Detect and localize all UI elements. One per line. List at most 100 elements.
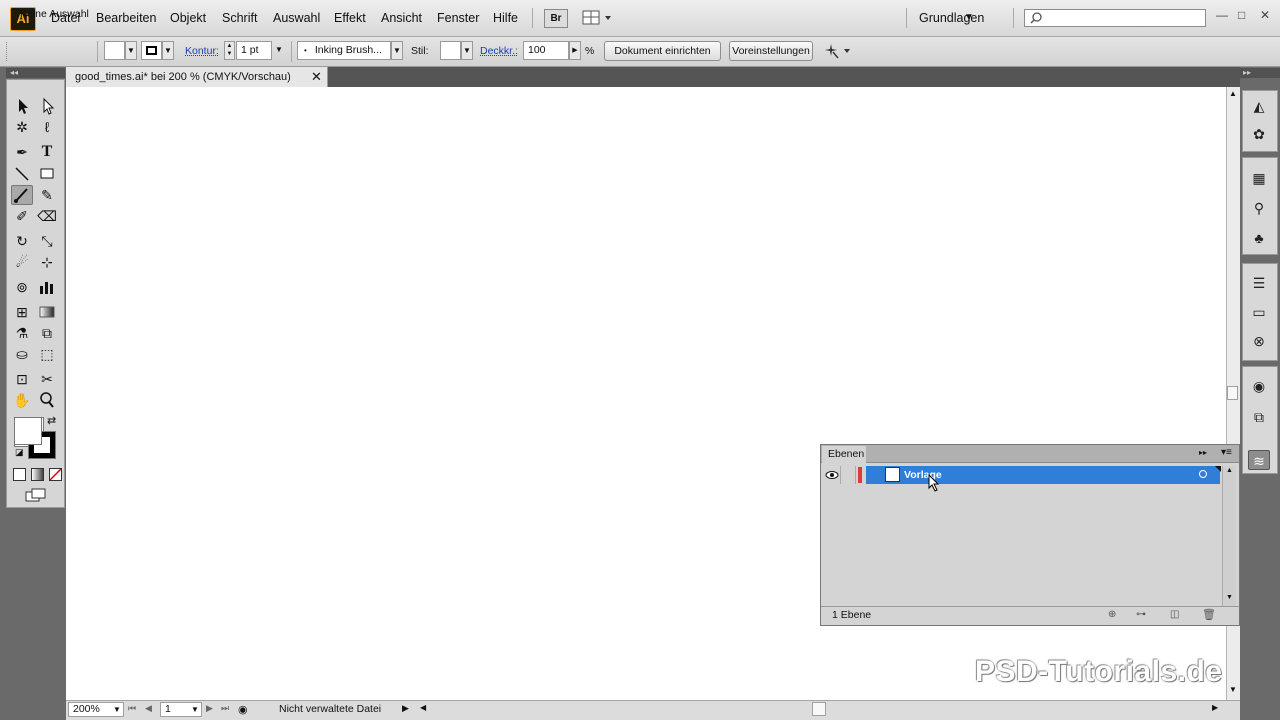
- style-dropdown[interactable]: ▼: [461, 41, 473, 60]
- gradient-panel-icon[interactable]: ▭: [1248, 302, 1270, 322]
- version-cue-icon[interactable]: ◉: [238, 703, 248, 716]
- tools-collapse-icon[interactable]: ◂◂: [6, 68, 65, 78]
- swap-colors-icon[interactable]: ⇄: [47, 414, 56, 427]
- workspace-chevron-down-icon[interactable]: ▼: [964, 12, 974, 23]
- first-artboard-icon[interactable]: ⏮: [128, 703, 136, 714]
- color-mode-icon[interactable]: [13, 468, 26, 481]
- close-window-icon[interactable]: ✕: [1260, 8, 1270, 22]
- menu-fenster[interactable]: Fenster: [437, 11, 479, 25]
- stroke-label[interactable]: Kontur:: [185, 45, 219, 57]
- target-icon[interactable]: [1199, 470, 1207, 478]
- previous-artboard-icon[interactable]: ◀: [145, 703, 152, 714]
- brushes-icon[interactable]: ⚲: [1248, 198, 1270, 218]
- stroke-weight-input[interactable]: 1 pt: [236, 41, 272, 60]
- transparency-icon[interactable]: ⊗: [1248, 331, 1270, 351]
- pen-tool-icon[interactable]: ✒: [11, 142, 33, 162]
- color-guide-icon[interactable]: ◭: [1248, 96, 1270, 116]
- lasso-tool-icon[interactable]: ℓ: [36, 117, 58, 137]
- hand-tool-icon[interactable]: ✋: [11, 390, 33, 410]
- zoom-tool-icon[interactable]: [36, 390, 58, 410]
- paintbrush-tool-icon[interactable]: [11, 185, 33, 205]
- layers-scroll-up-icon[interactable]: ▲: [1226, 467, 1233, 474]
- color-palette-icon[interactable]: ✿: [1248, 124, 1270, 144]
- document-tab[interactable]: good_times.ai* bei 200 % (CMYK/Vorschau)…: [66, 67, 328, 87]
- column-graph-tool-icon[interactable]: [36, 277, 58, 297]
- eye-icon[interactable]: [825, 470, 839, 480]
- stroke-weight-chevron-icon[interactable]: ▼: [272, 41, 286, 60]
- blob-brush-tool-icon[interactable]: ✐: [11, 206, 33, 226]
- preferences-button[interactable]: Voreinstellungen: [729, 41, 813, 61]
- layers-tab[interactable]: Ebenen: [822, 446, 866, 463]
- rectangle-tool-icon[interactable]: [36, 164, 58, 184]
- line-tool-icon[interactable]: [11, 164, 33, 184]
- vertical-scroll-thumb[interactable]: [1227, 386, 1238, 400]
- dock-expand-icon[interactable]: ▸▸: [1240, 68, 1280, 78]
- status-menu-arrow-icon[interactable]: ▶: [402, 703, 409, 714]
- live-paint-bucket-tool-icon[interactable]: ⛀: [11, 344, 33, 364]
- layers-panel-icon[interactable]: ≋: [1248, 450, 1270, 470]
- opacity-arrow-icon[interactable]: ▶: [569, 41, 581, 60]
- swatches-icon[interactable]: ▦: [1248, 168, 1270, 188]
- menu-auswahl[interactable]: Auswahl: [273, 11, 320, 25]
- new-layer-icon[interactable]: ◫: [1170, 609, 1179, 620]
- pencil-tool-icon[interactable]: ✎: [36, 185, 58, 205]
- stroke-panel-icon[interactable]: ☰: [1248, 273, 1270, 293]
- symbol-sprayer-tool-icon[interactable]: ⊚: [11, 277, 33, 297]
- new-sublayer-icon[interactable]: ⊶: [1136, 609, 1146, 620]
- opacity-input[interactable]: 100: [523, 41, 569, 60]
- bridge-button[interactable]: Br: [544, 9, 568, 28]
- fill-dropdown[interactable]: ▼: [125, 41, 137, 60]
- gradient-mode-icon[interactable]: [31, 468, 44, 481]
- warp-tool-icon[interactable]: ☄: [11, 252, 33, 272]
- arrange-documents-button[interactable]: [582, 9, 612, 26]
- mesh-tool-icon[interactable]: ⊞: [11, 302, 33, 322]
- scroll-up-icon[interactable]: ▲: [1229, 89, 1237, 98]
- magic-wand-tool-icon[interactable]: ✲: [11, 117, 33, 137]
- close-tab-icon[interactable]: ✕: [311, 69, 322, 85]
- layers-scrollbar[interactable]: ▲ ▼: [1222, 466, 1236, 606]
- fill-color-front[interactable]: [14, 417, 42, 445]
- graphic-styles-icon[interactable]: ⧉: [1248, 407, 1270, 427]
- delete-layer-icon[interactable]: 🗑: [1202, 608, 1216, 621]
- menu-bearbeiten[interactable]: Bearbeiten: [96, 11, 156, 25]
- artboard-tool-icon[interactable]: ⊡: [11, 369, 33, 389]
- symbols-icon[interactable]: ♣: [1248, 228, 1270, 248]
- rotate-tool-icon[interactable]: ↻: [11, 231, 33, 251]
- brush-dropdown[interactable]: ▼: [391, 41, 403, 60]
- menu-effekt[interactable]: Effekt: [334, 11, 366, 25]
- help-search-input[interactable]: [1024, 9, 1206, 27]
- live-paint-selection-tool-icon[interactable]: ⬚: [36, 344, 58, 364]
- eraser-tool-icon[interactable]: ⌫: [36, 206, 58, 226]
- blend-tool-icon[interactable]: ⧉: [36, 323, 58, 343]
- brush-definition[interactable]: • Inking Brush...: [297, 41, 391, 60]
- document-setup-button[interactable]: Dokument einrichten: [604, 41, 721, 61]
- eyedropper-tool-icon[interactable]: ⚗: [11, 323, 33, 343]
- selection-tool-icon[interactable]: [11, 96, 33, 116]
- gradient-tool-icon[interactable]: [36, 302, 58, 322]
- style-swatch[interactable]: [440, 41, 461, 60]
- free-transform-tool-icon[interactable]: ⊹: [36, 252, 58, 272]
- next-artboard-icon[interactable]: ▶: [206, 703, 213, 714]
- appearance-icon[interactable]: ◉: [1248, 376, 1270, 396]
- default-colors-icon[interactable]: ◪: [15, 447, 24, 458]
- scroll-down-icon[interactable]: ▼: [1229, 685, 1237, 694]
- direct-selection-tool-icon[interactable]: [36, 96, 58, 116]
- opacity-label[interactable]: Deckkr.:: [480, 45, 518, 57]
- none-mode-icon[interactable]: [49, 468, 62, 481]
- menu-ansicht[interactable]: Ansicht: [381, 11, 422, 25]
- align-options-button[interactable]: [822, 41, 852, 61]
- fill-swatch[interactable]: [104, 41, 125, 60]
- scroll-right-icon[interactable]: ▶: [1212, 703, 1218, 712]
- menu-hilfe[interactable]: Hilfe: [493, 11, 518, 25]
- stroke-dropdown[interactable]: ▼: [162, 41, 174, 60]
- maximize-icon[interactable]: □: [1238, 8, 1245, 22]
- artboard-input[interactable]: 1 ▼: [160, 702, 202, 717]
- menu-objekt[interactable]: Objekt: [170, 11, 206, 25]
- stroke-swatch[interactable]: [141, 41, 162, 60]
- stroke-weight-stepper[interactable]: ▲ ▼: [224, 41, 235, 60]
- type-tool-icon[interactable]: T: [36, 142, 58, 162]
- collapse-panel-icon[interactable]: ▸▸: [1199, 448, 1207, 457]
- menu-schrift[interactable]: Schrift: [222, 11, 257, 25]
- workspace-switcher[interactable]: Grundlagen: [919, 11, 984, 25]
- zoom-input[interactable]: 200% ▼: [68, 702, 124, 717]
